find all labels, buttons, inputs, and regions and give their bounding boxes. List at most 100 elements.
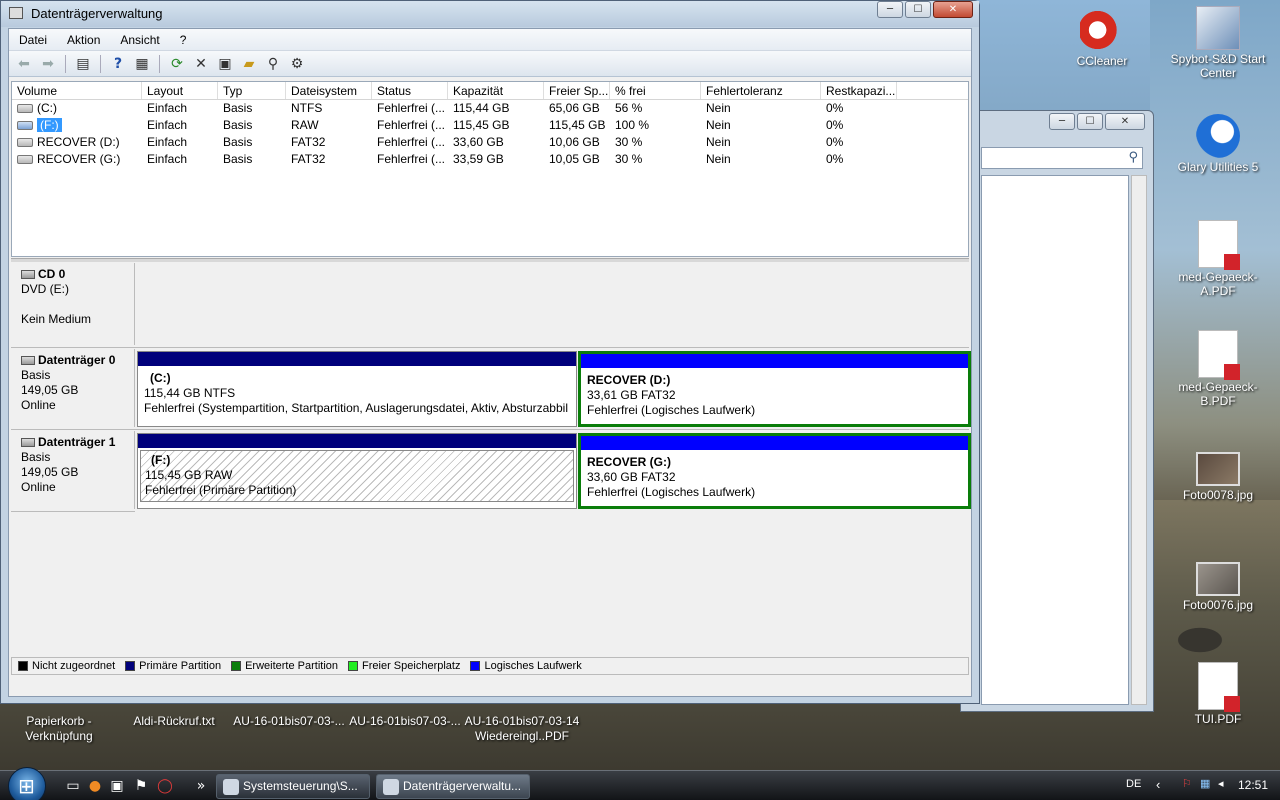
column-header-layout[interactable]: Layout — [142, 82, 218, 99]
column-header-kapazitaet[interactable]: Kapazität — [448, 82, 544, 99]
explorer-content-pane[interactable] — [981, 175, 1129, 705]
column-header-dateisystem[interactable]: Dateisystem — [286, 82, 372, 99]
opera-icon[interactable]: ◯ — [156, 777, 174, 795]
minimize-button[interactable]: ─ — [1049, 113, 1075, 130]
minimize-button[interactable]: ─ — [877, 1, 903, 18]
menu-help[interactable]: ? — [170, 33, 197, 47]
taskbar-button-datentraegerverwaltung[interactable]: Datenträgerverwaltu... — [376, 774, 530, 799]
table-cell: Einfach — [147, 135, 188, 149]
menu-datei[interactable]: Datei — [9, 33, 57, 47]
maximize-button[interactable]: ☐ — [905, 1, 931, 18]
tray-expand-icon[interactable]: ‹ — [1156, 777, 1160, 792]
background-window-caption-buttons: ─ ☐ ✕ — [1049, 113, 1145, 130]
desktop-icon-au3[interactable]: AU-16-01bis07-03-14 Wiedereingl..PDF — [462, 714, 582, 744]
drive-icon — [17, 121, 33, 131]
network-tray-icon[interactable]: ▦ — [1200, 777, 1210, 790]
column-header-fehlertoleranz[interactable]: Fehlertoleranz — [701, 82, 821, 99]
menu-aktion[interactable]: Aktion — [57, 33, 110, 47]
desktop-icon-ccleaner[interactable]: CCleaner — [1054, 8, 1150, 68]
desktop-icon-au1[interactable]: AU-16-01bis07-03-... — [232, 714, 346, 729]
menu-ansicht[interactable]: Ansicht — [110, 33, 169, 47]
toolbar-separator — [159, 54, 160, 73]
search-box[interactable]: ⚲ — [981, 147, 1143, 169]
computer-icon[interactable]: ▣ — [108, 777, 126, 795]
partition-bar — [138, 352, 576, 366]
help-icon[interactable]: ? — [107, 54, 129, 74]
partition-body: (C:) 115,44 GB NTFS Fehlerfrei (Systempa… — [138, 366, 576, 421]
vertical-scrollbar[interactable] — [1131, 175, 1147, 705]
legend-swatch — [231, 661, 242, 671]
disk-title-row: CD 0 — [21, 267, 124, 282]
partition-f[interactable]: (F:) 115,45 GB RAW Fehlerfrei (Primäre P… — [137, 433, 577, 509]
column-header-status[interactable]: Status — [372, 82, 448, 99]
quicklaunch-overflow[interactable]: » — [192, 777, 210, 795]
disk-label-disk1[interactable]: Datenträger 1 Basis 149,05 GB Online — [11, 431, 135, 509]
taskbar-button-systemsteuerung[interactable]: Systemsteuerung\S... — [216, 774, 370, 799]
disk-label-disk0[interactable]: Datenträger 0 Basis 149,05 GB Online — [11, 349, 135, 427]
forward-arrow-icon[interactable]: ➡ — [37, 54, 59, 74]
column-header-volume[interactable]: Volume — [12, 82, 142, 99]
table-row[interactable]: (F:) Einfach Basis RAW Fehlerfrei (... 1… — [12, 117, 968, 134]
firefox-icon[interactable]: ● — [86, 777, 104, 795]
desktop-icon-aldi[interactable]: Aldi-Rückruf.txt — [122, 714, 226, 729]
maximize-button[interactable]: ☐ — [1077, 113, 1103, 130]
disk-row-separator — [11, 511, 135, 512]
desktop-icon-papierkorb[interactable]: Papierkorb - Verknüpfung — [14, 714, 104, 744]
volume-list[interactable]: Volume Layout Typ Dateisystem Status Kap… — [11, 81, 969, 257]
column-header-typ[interactable]: Typ — [218, 82, 286, 99]
export-icon[interactable]: ▣ — [214, 54, 236, 74]
column-header-prozent-frei[interactable]: % frei — [610, 82, 701, 99]
disk-label-cd0[interactable]: CD 0 DVD (E:) Kein Medium — [11, 263, 135, 345]
search-icon[interactable]: ⚲ — [1128, 150, 1138, 165]
table-row[interactable]: RECOVER (G:) Einfach Basis FAT32 Fehlerf… — [12, 151, 968, 168]
background-explorer-window[interactable]: ─ ☐ ✕ ⚲ — [960, 110, 1154, 712]
partition-bar — [581, 354, 968, 368]
partition-recover-d[interactable]: RECOVER (D:) 33,61 GB FAT32 Fehlerfrei (… — [578, 351, 971, 427]
language-indicator[interactable]: DE — [1126, 778, 1141, 790]
partition-recover-g[interactable]: RECOVER (G:) 33,60 GB FAT32 Fehlerfrei (… — [578, 433, 971, 509]
refresh-icon[interactable]: ⟳ — [166, 54, 188, 74]
table-row[interactable]: RECOVER (D:) Einfach Basis FAT32 Fehlerf… — [12, 134, 968, 151]
volume-cell: (F:) — [12, 117, 142, 134]
disk-management-icon — [383, 779, 399, 795]
column-header-restkapazitaet[interactable]: Restkapazi... — [821, 82, 897, 99]
desktop-icon-glary[interactable]: Glary Utilities 5 — [1170, 114, 1266, 174]
desktop-icon-spybot[interactable]: Spybot-S&D Start Center — [1170, 6, 1266, 80]
table-row[interactable]: (C:) Einfach Basis NTFS Fehlerfrei (... … — [12, 100, 968, 117]
legend-item: Nicht zugeordnet — [18, 660, 115, 672]
column-header-freier-speicher[interactable]: Freier Sp... — [544, 82, 610, 99]
desktop-icon-pdf-b[interactable]: med-Gepaeck-B.PDF — [1170, 330, 1266, 408]
clock[interactable]: 12:51 — [1238, 778, 1268, 792]
table-cell: 115,44 GB — [453, 101, 510, 115]
open-folder-icon[interactable]: ▰ — [238, 54, 260, 74]
desktop-icon-foto76[interactable]: Foto0076.jpg — [1170, 562, 1266, 612]
search-icon[interactable]: ⚲ — [262, 54, 284, 74]
close-button[interactable]: ✕ — [933, 1, 973, 18]
disk-management-window[interactable]: Datenträgerverwaltung ─ ☐ ✕ Datei Aktion… — [0, 0, 980, 704]
network-icon[interactable]: ⚑ — [132, 777, 150, 795]
show-desktop-icon[interactable]: ▭ — [64, 777, 82, 795]
partition-c[interactable]: (C:) 115,44 GB NTFS Fehlerfrei (Systempa… — [137, 351, 577, 427]
settings-icon[interactable]: ⚙ — [286, 54, 308, 74]
console-tree-icon[interactable]: ▤ — [72, 54, 94, 74]
properties-icon[interactable]: ▦ — [131, 54, 153, 74]
desktop-icon-tui[interactable]: TUI.PDF — [1170, 662, 1266, 726]
volume-icon[interactable]: ◂ — [1218, 777, 1224, 790]
title-bar[interactable]: Datenträgerverwaltung ─ ☐ ✕ — [1, 1, 979, 27]
desktop-icon-label: Glary Utilities 5 — [1177, 160, 1259, 174]
pane-splitter[interactable] — [11, 258, 969, 262]
desktop-icon-label: CCleaner — [1076, 54, 1128, 68]
back-arrow-icon[interactable]: ⬅ — [13, 54, 35, 74]
table-cell: 100 % — [615, 118, 650, 132]
disk-graphical-view[interactable]: CD 0 DVD (E:) Kein Medium Datenträger 0 … — [11, 263, 971, 653]
close-button[interactable]: ✕ — [1105, 113, 1145, 130]
partition-bar — [581, 436, 968, 450]
security-alert-icon[interactable]: ⚐ — [1182, 777, 1192, 790]
desktop-icon-foto78[interactable]: Foto0078.jpg — [1170, 452, 1266, 502]
desktop-icon-pdf-a[interactable]: med-Gepaeck-A.PDF — [1170, 220, 1266, 298]
partition-status: Fehlerfrei (Primäre Partition) — [145, 483, 297, 497]
legend-label: Erweiterte Partition — [245, 660, 339, 672]
delete-icon[interactable]: ✕ — [190, 54, 212, 74]
start-button[interactable] — [8, 767, 46, 800]
desktop-icon-au2[interactable]: AU-16-01bis07-03-... — [348, 714, 462, 729]
